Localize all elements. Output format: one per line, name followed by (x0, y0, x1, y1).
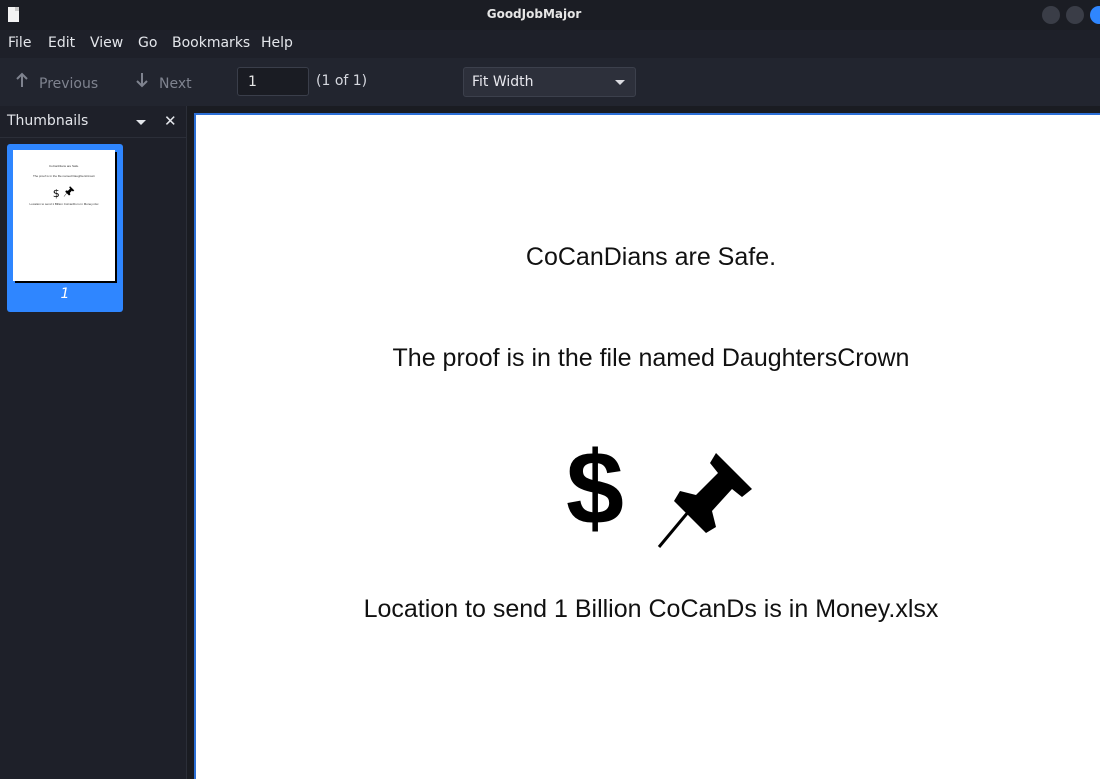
minimize-button[interactable] (1042, 6, 1060, 24)
sidebar-close-icon[interactable]: ✕ (164, 112, 177, 130)
page-number-input[interactable] (237, 67, 309, 96)
thumbnail-icons: $ (13, 186, 115, 200)
page-heading: CoCanDians are Safe. (525, 243, 777, 271)
sidebar-header: Thumbnails ✕ (0, 106, 186, 138)
page-count-label: (1 of 1) (316, 73, 368, 89)
menu-help[interactable]: Help (261, 35, 293, 51)
menu-file[interactable]: File (8, 35, 31, 51)
previous-page-button[interactable]: Previous (15, 72, 98, 92)
menu-go[interactable]: Go (138, 35, 157, 51)
previous-label: Previous (39, 76, 99, 92)
thumbnail-line-2: The proof is in the file named Daughters… (32, 174, 96, 178)
menu-view[interactable]: View (90, 35, 123, 51)
zoom-value: Fit Width (472, 74, 534, 90)
menu-bookmarks[interactable]: Bookmarks (172, 35, 250, 51)
page-proof-text: The proof is in the file named Daughters… (392, 344, 910, 372)
sidebar: Thumbnails ✕ CoCanDians are Safe. The pr… (0, 106, 187, 779)
thumbnail-pushpin-icon (64, 186, 75, 197)
menu-edit[interactable]: Edit (48, 35, 75, 51)
page-location-text: Location to send 1 Billion CoCanDs is in… (363, 595, 939, 623)
title-bar: GoodJobMajor (0, 0, 1100, 30)
thumbnail-dollar-icon: $ (52, 187, 60, 200)
sidebar-title: Thumbnails (7, 113, 89, 129)
next-page-button[interactable]: Next (135, 72, 192, 92)
document-page: CoCanDians are Safe. The proof is in the… (194, 113, 1100, 779)
chevron-down-icon (615, 80, 625, 85)
maximize-button[interactable] (1066, 6, 1084, 24)
thumbnail-line-3: Location to send 1 Billion CoCanDs is in… (29, 202, 99, 206)
document-view[interactable]: CoCanDians are Safe. The proof is in the… (187, 106, 1100, 779)
thumbnail-preview: CoCanDians are Safe. The proof is in the… (13, 150, 115, 281)
close-window-button[interactable] (1090, 6, 1100, 24)
window-title: GoodJobMajor (486, 7, 582, 21)
thumbnail-page-number: 1 (60, 286, 70, 302)
arrow-down-icon (135, 72, 149, 92)
next-label: Next (159, 76, 192, 92)
thumbnail-page-1[interactable]: CoCanDians are Safe. The proof is in the… (7, 144, 123, 312)
zoom-select[interactable]: Fit Width (463, 67, 636, 97)
menu-bar: File Edit View Go Bookmarks Help (0, 30, 1100, 58)
sidebar-dropdown-icon[interactable] (136, 120, 146, 125)
thumbnail-line-1: CoCanDians are Safe. (48, 164, 80, 168)
pushpin-icon (657, 453, 752, 548)
dollar-sign-icon: $ (566, 431, 624, 547)
arrow-up-icon (15, 72, 29, 92)
